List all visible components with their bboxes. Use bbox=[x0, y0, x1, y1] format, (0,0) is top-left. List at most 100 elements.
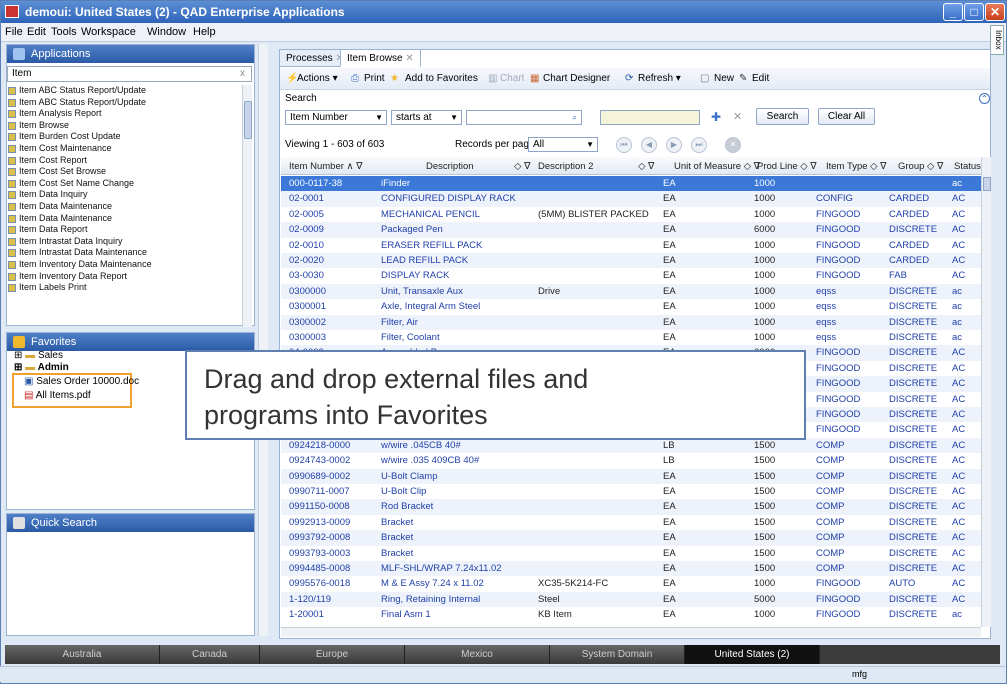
application-search-input[interactable]: Item x bbox=[7, 66, 252, 82]
domain-tab-australia[interactable]: Australia bbox=[5, 645, 160, 664]
application-item[interactable]: Item ABC Status Report/Update bbox=[7, 97, 242, 109]
grid-vertical-scrollbar[interactable] bbox=[981, 157, 991, 627]
menu-workspace[interactable]: Workspace bbox=[81, 26, 136, 38]
menu-help[interactable]: Help bbox=[193, 26, 216, 38]
table-row[interactable]: 02-0005 MECHANICAL PENCIL (5MM) BLISTER PA… bbox=[281, 207, 981, 222]
domain-tab-mexico[interactable]: Mexico bbox=[405, 645, 550, 664]
quick-search-header[interactable]: Quick Search bbox=[7, 514, 254, 532]
scroll-thumb[interactable] bbox=[244, 101, 252, 139]
application-item[interactable]: Item Cost Report bbox=[7, 155, 242, 167]
lookup-icon[interactable]: ⌕ bbox=[573, 111, 577, 124]
menu-window[interactable]: Window bbox=[147, 26, 186, 38]
clear-search-icon[interactable]: x bbox=[240, 67, 245, 81]
prev-page-icon[interactable]: ◀ bbox=[641, 137, 657, 153]
maximize-button[interactable]: □ bbox=[964, 3, 984, 21]
close-button[interactable]: ✕ bbox=[985, 3, 1005, 21]
col-description-2[interactable]: Description 2 ◇ ∇ bbox=[538, 161, 654, 172]
application-item[interactable]: Item Data Maintenance bbox=[7, 201, 242, 213]
menu-edit[interactable]: Edit bbox=[27, 26, 46, 38]
table-row[interactable]: 0990689-0002 U-Bolt Clamp EA 1500 COMP DISCRE… bbox=[281, 468, 981, 484]
col-item-type[interactable]: Item Type ◇ ∇ bbox=[826, 161, 887, 172]
print-button[interactable]: Print bbox=[364, 73, 385, 84]
table-row[interactable]: 0300001 Axle, Integral Arm Steel EA 1000 eqs… bbox=[281, 299, 981, 314]
menu-file[interactable]: File bbox=[5, 26, 23, 38]
domain-tab-united-states[interactable]: United States (2) bbox=[685, 645, 820, 664]
search-field-select[interactable]: Item Number ▼ bbox=[285, 110, 387, 125]
remove-criteria-icon[interactable]: ✕ bbox=[733, 110, 742, 123]
first-page-icon[interactable]: ⏮ bbox=[616, 137, 632, 153]
application-item[interactable]: Item Burden Cost Update bbox=[7, 131, 242, 143]
table-row[interactable]: 02-0020 LEAD REFILL PACK EA 1000 FINGOOD CARD… bbox=[281, 253, 981, 269]
application-item[interactable]: Item Inventory Data Maintenance bbox=[7, 259, 242, 271]
col-status[interactable]: Status bbox=[954, 161, 981, 172]
applications-header[interactable]: Applications bbox=[7, 45, 254, 63]
application-item[interactable]: Item Inventory Data Report bbox=[7, 271, 242, 283]
table-row[interactable]: 0924218-0000 w/wire .045CB 40# LB 1500 COMP D… bbox=[281, 437, 981, 454]
edit-button[interactable]: Edit bbox=[752, 73, 769, 84]
table-row[interactable]: 000-0117-38 iFinder EA 1000 ac bbox=[281, 176, 981, 192]
col-prod-line[interactable]: Prod Line ◇ ∇ bbox=[757, 161, 817, 172]
domain-tab-canada[interactable]: Canada bbox=[160, 645, 260, 664]
table-row[interactable]: 03-0030 DISPLAY RACK EA 1000 FINGOOD FAB AC bbox=[281, 268, 981, 283]
table-row[interactable]: 0995576-0018 M & E Assy 7.24 x 11.02 XC35-… bbox=[281, 576, 981, 591]
search-operator-select[interactable]: starts at ▼ bbox=[391, 110, 462, 125]
records-per-page-select[interactable]: All ▼ bbox=[528, 137, 598, 152]
collapse-search-icon[interactable]: ⌃ bbox=[979, 93, 990, 104]
table-row[interactable]: 1-120/119 Ring, Retaining Internal Steel EA… bbox=[281, 591, 981, 608]
search-button[interactable]: Search bbox=[756, 108, 809, 125]
application-item[interactable]: Item Labels Print bbox=[7, 282, 242, 294]
application-item[interactable]: Item Data Report bbox=[7, 224, 242, 236]
application-item[interactable]: Item Analysis Report bbox=[7, 108, 242, 120]
left-panel-scrollbar[interactable] bbox=[258, 44, 268, 636]
clear-all-button[interactable]: Clear All bbox=[818, 108, 875, 125]
table-row[interactable]: 0300000 Unit, Transaxle Aux Drive EA 1000 eqs… bbox=[281, 283, 981, 300]
scroll-thumb[interactable] bbox=[983, 177, 991, 191]
application-item[interactable]: Item Data Inquiry bbox=[7, 189, 242, 201]
application-item[interactable]: Item Cost Maintenance bbox=[7, 143, 242, 155]
application-item[interactable]: Item Cost Set Name Change bbox=[7, 178, 242, 190]
refresh-button[interactable]: Refresh ▾ bbox=[638, 73, 681, 84]
application-item[interactable]: Item Data Maintenance bbox=[7, 213, 242, 225]
col-unit-of-measure[interactable]: Unit of Measure ◇ ∇ bbox=[674, 161, 760, 172]
col-description[interactable]: Description ◇ ∇ bbox=[426, 161, 530, 172]
table-row[interactable]: 0924743-0002 w/wire .035 409CB 40# LB 1500 C… bbox=[281, 453, 981, 468]
table-row[interactable]: 1-20001 Final Asm 1 KB Item EA 1000 FINGOOD DI… bbox=[281, 607, 981, 622]
table-row[interactable]: 02-0001 CONFIGURED DISPLAY RACK EA 1000 CONF… bbox=[281, 191, 981, 207]
next-page-icon[interactable]: ▶ bbox=[666, 137, 682, 153]
application-item[interactable]: Item Cost Set Browse bbox=[7, 166, 242, 178]
stop-icon[interactable]: ✕ bbox=[725, 137, 741, 153]
favorite-file-pdf[interactable]: ▤ All Items.pdf bbox=[24, 390, 91, 401]
table-row[interactable]: 0991150-0008 Rod Bracket EA 1500 COMP DISCRET… bbox=[281, 499, 981, 515]
favorites-folder-admin[interactable]: ⊞ ▬ Admin bbox=[14, 362, 69, 373]
menu-tools[interactable]: Tools bbox=[51, 26, 77, 38]
domain-tab-europe[interactable]: Europe bbox=[260, 645, 405, 664]
table-row[interactable]: 02-0009 Packaged Pen EA 6000 FINGOOD DISCRETE… bbox=[281, 222, 981, 238]
domain-tab-system[interactable]: System Domain bbox=[550, 645, 685, 664]
application-item[interactable]: Item Intrastat Data Inquiry bbox=[7, 236, 242, 248]
search-range-input[interactable] bbox=[600, 110, 700, 125]
grid-horizontal-scrollbar[interactable] bbox=[281, 627, 981, 637]
actions-button[interactable]: Actions ▾ bbox=[297, 73, 338, 84]
inbox-tab[interactable]: Inbox bbox=[990, 25, 1004, 55]
table-row[interactable]: 0300003 Filter, Coolant EA 1000 eqss DISCRETE… bbox=[281, 330, 981, 345]
table-row[interactable]: 0990711-0007 U-Bolt Clip EA 1500 COMP DISCRET… bbox=[281, 484, 981, 499]
expand-icon[interactable]: ⊞ bbox=[14, 350, 25, 361]
expand-icon[interactable]: ⊞ bbox=[14, 362, 25, 373]
application-item[interactable]: Item Intrastat Data Maintenance bbox=[7, 247, 242, 259]
chart-designer-button[interactable]: Chart Designer bbox=[543, 73, 610, 84]
application-item[interactable]: Item Browse bbox=[7, 120, 242, 132]
application-list-scrollbar[interactable] bbox=[242, 85, 252, 327]
table-row[interactable]: 0994485-0008 MLF-SHL/WRAP 7.24x11.02 EA 150… bbox=[281, 561, 981, 577]
close-tab-icon[interactable]: ✕ bbox=[405, 53, 413, 64]
minimize-button[interactable]: _ bbox=[943, 3, 963, 21]
col-group[interactable]: Group ◇ ∇ bbox=[898, 161, 943, 172]
application-item[interactable]: Item ABC Status Report/Update bbox=[7, 85, 242, 97]
table-row[interactable]: 0993793-0003 Bracket EA 1500 COMP DISCRETE AC bbox=[281, 546, 981, 561]
col-item-number[interactable]: Item Number ∧ ∇ bbox=[289, 161, 363, 172]
tab-item-browse[interactable]: Item Browse ✕ bbox=[340, 49, 421, 67]
table-row[interactable]: 02-0010 ERASER REFILL PACK EA 1000 FINGOOD CA… bbox=[281, 238, 981, 253]
favorites-header[interactable]: Favorites bbox=[7, 333, 254, 351]
chart-button[interactable]: Chart bbox=[500, 73, 524, 84]
table-row[interactable]: 0300002 Filter, Air EA 1000 eqss DISCRETE ac bbox=[281, 314, 981, 330]
add-to-favorites-button[interactable]: Add to Favorites bbox=[405, 73, 478, 84]
